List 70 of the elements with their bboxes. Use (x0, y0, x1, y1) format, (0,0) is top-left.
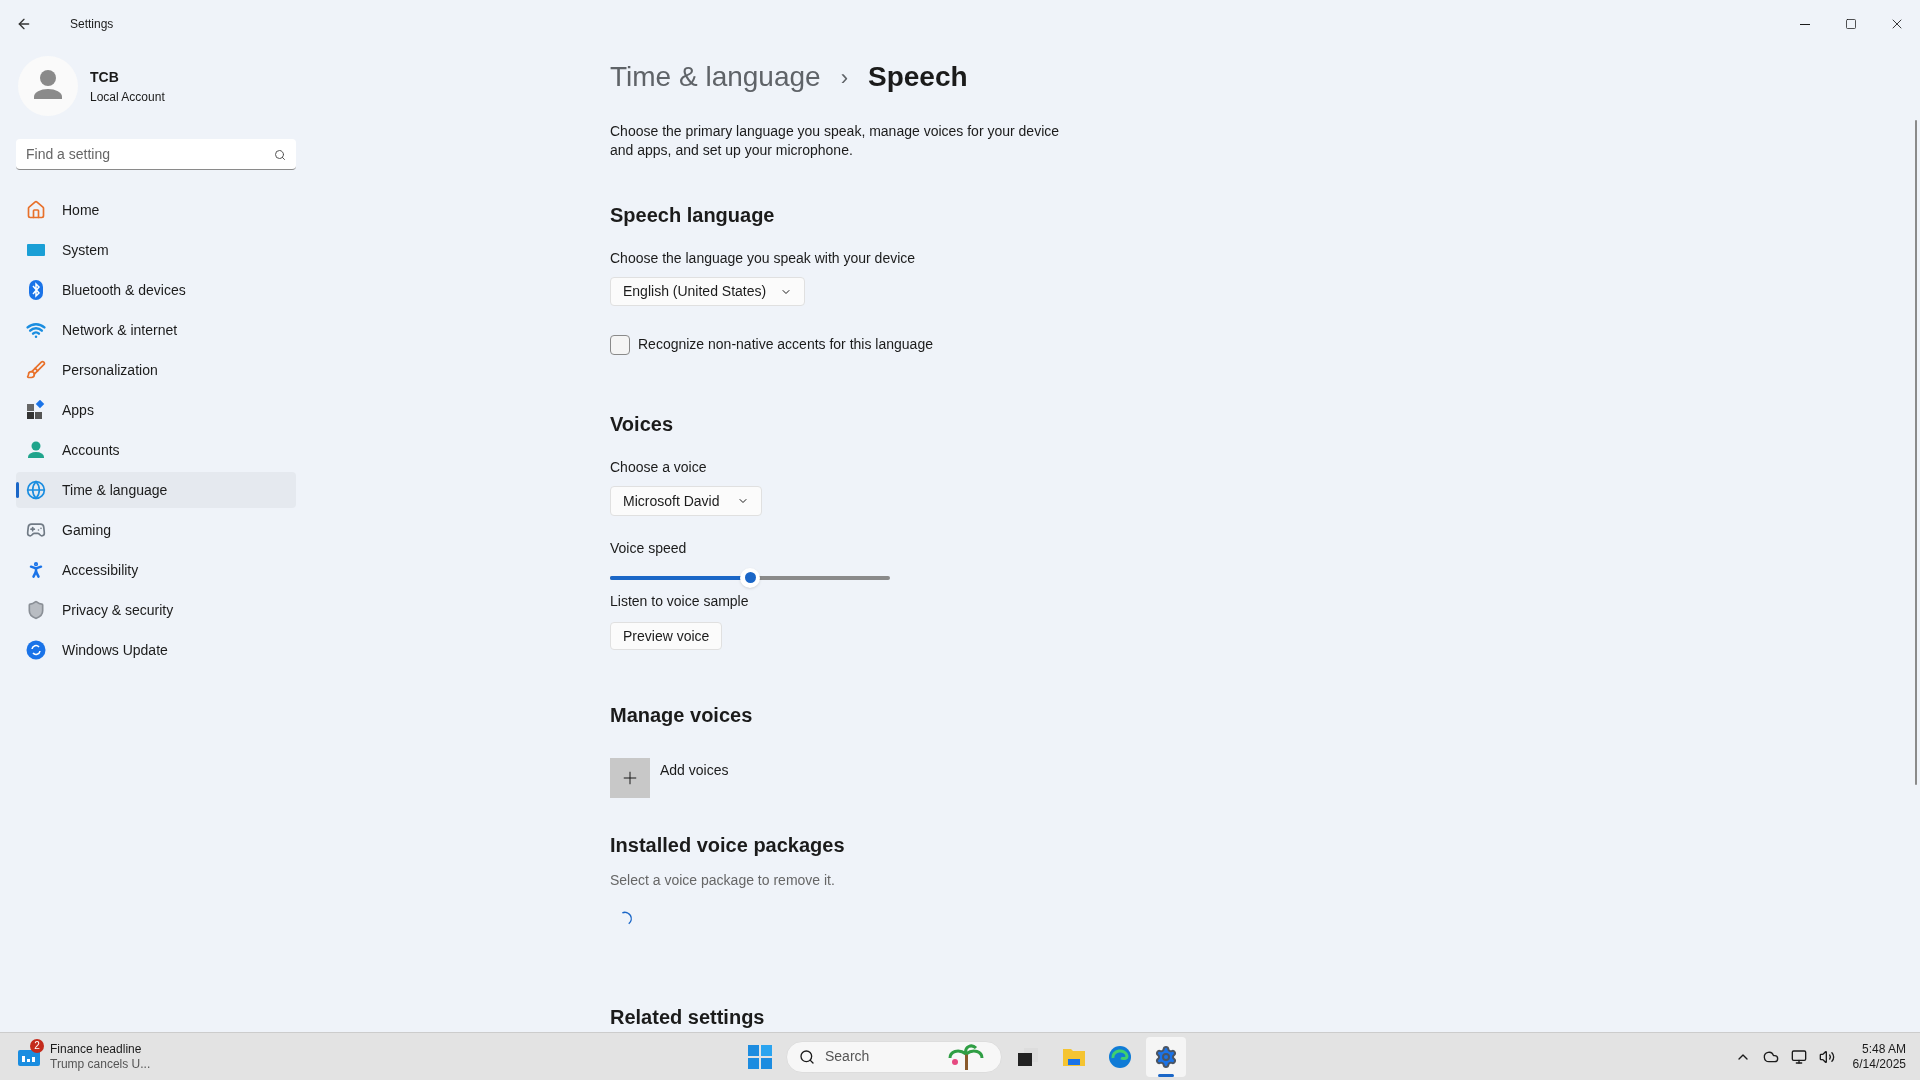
field-label: Choose the language you speak with your device (610, 249, 916, 268)
breadcrumb-link[interactable]: Time & language (610, 56, 821, 98)
nav-item[interactable]: Gaming (16, 512, 296, 548)
network-icon[interactable] (1790, 1048, 1807, 1065)
nav-item[interactable]: Apps (16, 392, 296, 428)
bluetooth-icon (26, 280, 46, 300)
nav-item[interactable]: System (16, 232, 296, 268)
nav-item[interactable]: Home (16, 192, 296, 228)
nav-item[interactable]: Time & language (16, 472, 296, 508)
search-icon (274, 148, 286, 161)
scrollbar[interactable] (1915, 120, 1917, 785)
language-dropdown[interactable]: English (United States) (610, 277, 806, 307)
nav-item[interactable]: Bluetooth & devices (16, 272, 296, 308)
settings-search-field[interactable]: Find a setting (16, 139, 296, 170)
field-label: Choose a voice (610, 458, 707, 478)
hint-text: Select a voice package to remove it. (610, 871, 835, 891)
checkbox-label: Recognize non-native accents for this language (638, 335, 933, 355)
wifi-icon (26, 320, 46, 340)
selection-indicator (16, 482, 19, 498)
taskbar-app[interactable] (1146, 1036, 1186, 1077)
active-indicator (1158, 1073, 1174, 1077)
minimize-icon (1800, 23, 1810, 25)
page-title: Speech (868, 60, 968, 94)
slider-thumb[interactable] (740, 567, 760, 588)
notification-badge: 2 (30, 1038, 44, 1053)
checkbox[interactable] (610, 334, 630, 355)
add-voices-label: Add voices (660, 761, 729, 781)
speed-slider[interactable] (610, 568, 890, 587)
field-label: Listen to voice sample (610, 591, 749, 611)
widget-title: Finance headline (50, 1041, 143, 1057)
apps-icon (26, 400, 46, 420)
nav-item[interactable]: Windows Update (16, 632, 296, 668)
account-type: Local Account (90, 88, 165, 106)
gamepad-icon (26, 520, 46, 540)
window-title: Settings (70, 16, 114, 33)
add-voices-button[interactable] (610, 758, 650, 799)
volume-icon[interactable] (1818, 1048, 1835, 1065)
home-icon (26, 200, 46, 220)
update-icon (26, 640, 46, 660)
preview-voice-button[interactable]: Preview voice (610, 621, 723, 651)
profile-name: TCB (90, 67, 120, 87)
nav-item[interactable]: Network & internet (16, 312, 296, 348)
browser-swirl-icon (1108, 1044, 1132, 1069)
globe-clock-icon (26, 480, 46, 500)
clock-date: 6/14/2025 (1852, 1056, 1906, 1072)
shield-icon (26, 600, 46, 620)
search-icon (799, 1048, 815, 1065)
voice-dropdown[interactable]: Microsoft David (610, 486, 763, 516)
section-heading: Speech language (610, 203, 775, 228)
widget-subtitle: Trump cancels U... (50, 1056, 151, 1072)
page-description: Choose the primary language you speak, manage voices for your device and apps, and set up your microphone. (610, 122, 1060, 160)
nav-item[interactable]: Personalization (16, 352, 296, 388)
windows-logo-icon (748, 1044, 772, 1069)
taskbar-search-field[interactable]: Search (786, 1040, 1002, 1073)
nav-item[interactable]: Accounts (16, 432, 296, 468)
brush-icon (26, 360, 46, 380)
person-icon (26, 440, 46, 460)
section-heading: Installed voice packages (610, 833, 845, 859)
section-heading: Related settings (610, 1005, 765, 1030)
nav-item[interactable]: Privacy & security (16, 592, 296, 628)
breadcrumb-separator: › (840, 63, 848, 92)
back-button[interactable] (16, 16, 32, 32)
field-label: Voice speed (610, 538, 687, 558)
section-heading: Manage voices (610, 703, 753, 729)
taskbar-search-input[interactable]: Search (825, 1046, 925, 1067)
section-heading: Voices (610, 412, 673, 438)
clock-time: 5:48 AM (1861, 1041, 1906, 1057)
restore-icon (1845, 18, 1857, 30)
gear-icon (1154, 1044, 1178, 1069)
nav-item[interactable]: Accessibility (16, 552, 296, 588)
